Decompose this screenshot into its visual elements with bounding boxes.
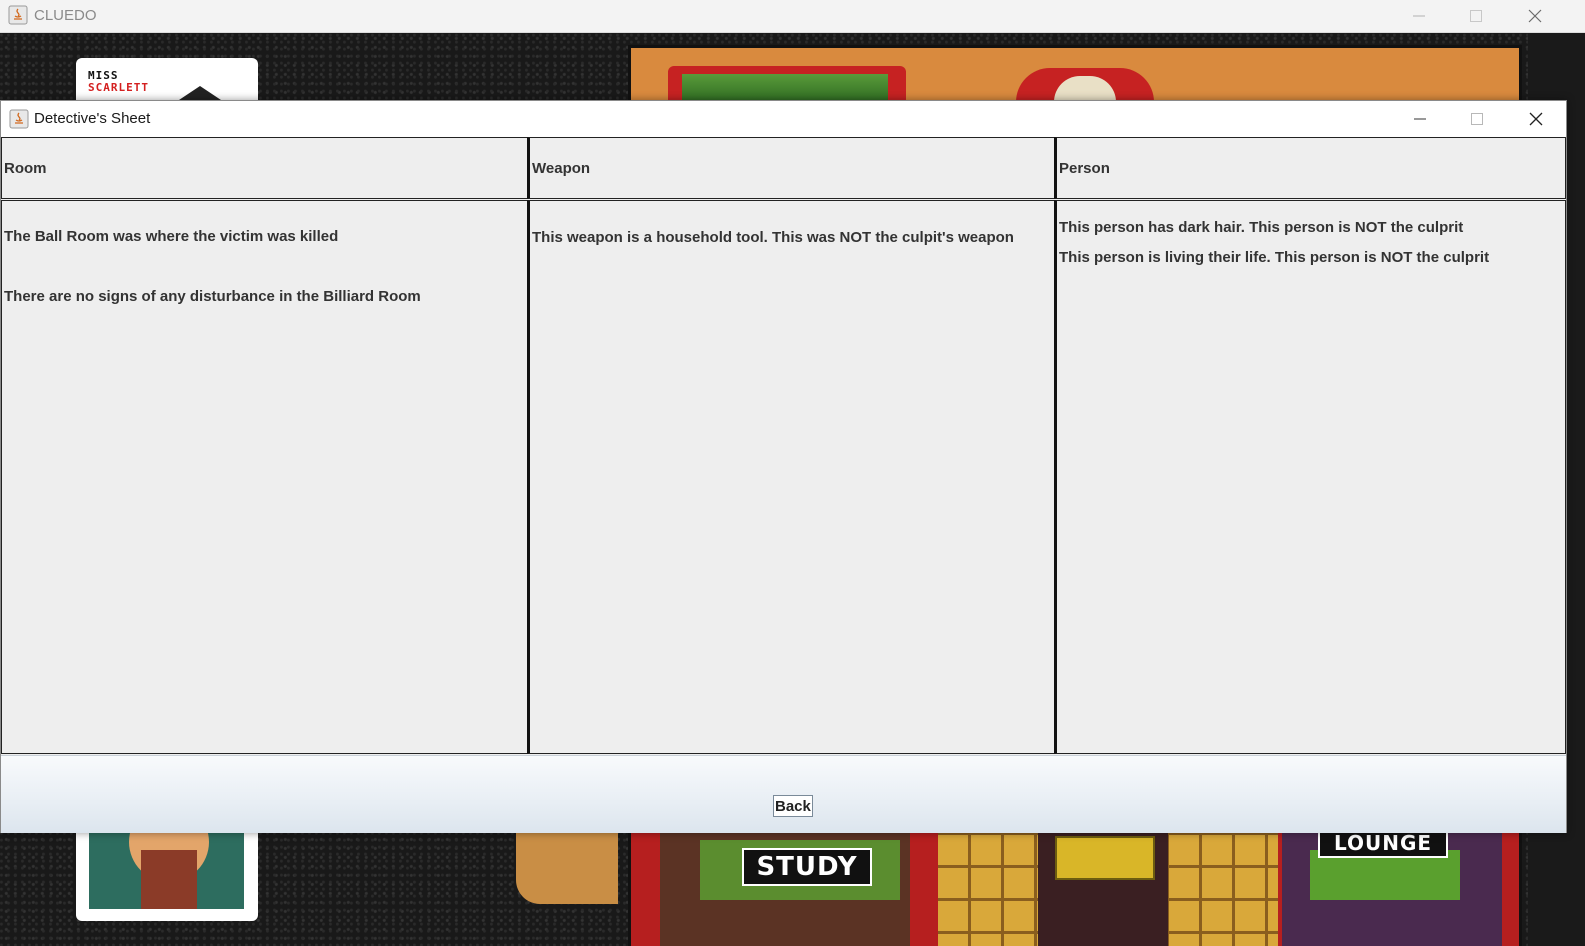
back-button[interactable]: Back [773,795,813,817]
close-icon [1528,9,1542,23]
person-column: Person This person has dark hair. This p… [1054,137,1566,754]
minimize-icon [1414,118,1426,120]
character-portrait [89,832,244,909]
person-column-header: Person [1054,137,1566,199]
room-clue: The Ball Room was where the victim was k… [4,228,339,245]
dialog-close-button[interactable] [1513,101,1559,137]
room-column-header: Room [1,137,528,199]
hall-gold-rug [1055,836,1155,880]
room-column-body: The Ball Room was where the victim was k… [1,200,528,754]
person-clue: This person has dark hair. This person i… [1059,219,1464,236]
dialog-titlebar: Detective's Sheet [1,101,1566,138]
maximize-icon [1471,113,1483,125]
dialog-footer: Back [1,755,1566,833]
main-window-title: CLUEDO [34,7,97,24]
conservatory-room [668,66,906,102]
weapon-column-header: Weapon [527,137,1055,199]
main-close-button[interactable] [1512,0,1558,32]
board-corner [516,832,618,904]
character-name-line2: SCARLETT [88,81,149,94]
dialog-minimize-button[interactable] [1397,101,1443,137]
room-clue: There are no signs of any disturbance in… [4,288,421,305]
maximize-icon [1470,10,1482,22]
study-room-label: STUDY [742,848,872,886]
minimize-icon [1413,15,1425,17]
detectives-sheet-table: Room The Ball Room was where the victim … [1,137,1566,754]
person-column-body: This person has dark hair. This person i… [1054,200,1566,754]
main-window-titlebar: CLUEDO [0,0,1585,33]
dialog-maximize-button[interactable] [1454,101,1500,137]
ballroom-room [1016,68,1154,102]
person-clue: This person is living their life. This p… [1059,249,1490,266]
weapon-clue: This weapon is a household tool. This wa… [532,229,1014,246]
java-app-icon [9,109,29,129]
close-icon [1529,112,1543,126]
weapon-column-body: This weapon is a household tool. This wa… [527,200,1055,754]
main-minimize-button[interactable] [1396,0,1442,32]
java-app-icon [8,5,28,25]
room-column: Room The Ball Room was where the victim … [1,137,528,754]
dialog-title: Detective's Sheet [34,110,151,127]
detectives-sheet-dialog: Detective's Sheet Room The Ball Room was… [0,100,1567,833]
character-portrait-card [76,832,258,921]
character-card[interactable]: MISS SCARLETT [76,58,258,102]
main-maximize-button[interactable] [1453,0,1499,32]
weapon-column: Weapon This weapon is a household tool. … [527,137,1055,754]
lounge-room-label: LOUNGE [1318,832,1448,858]
